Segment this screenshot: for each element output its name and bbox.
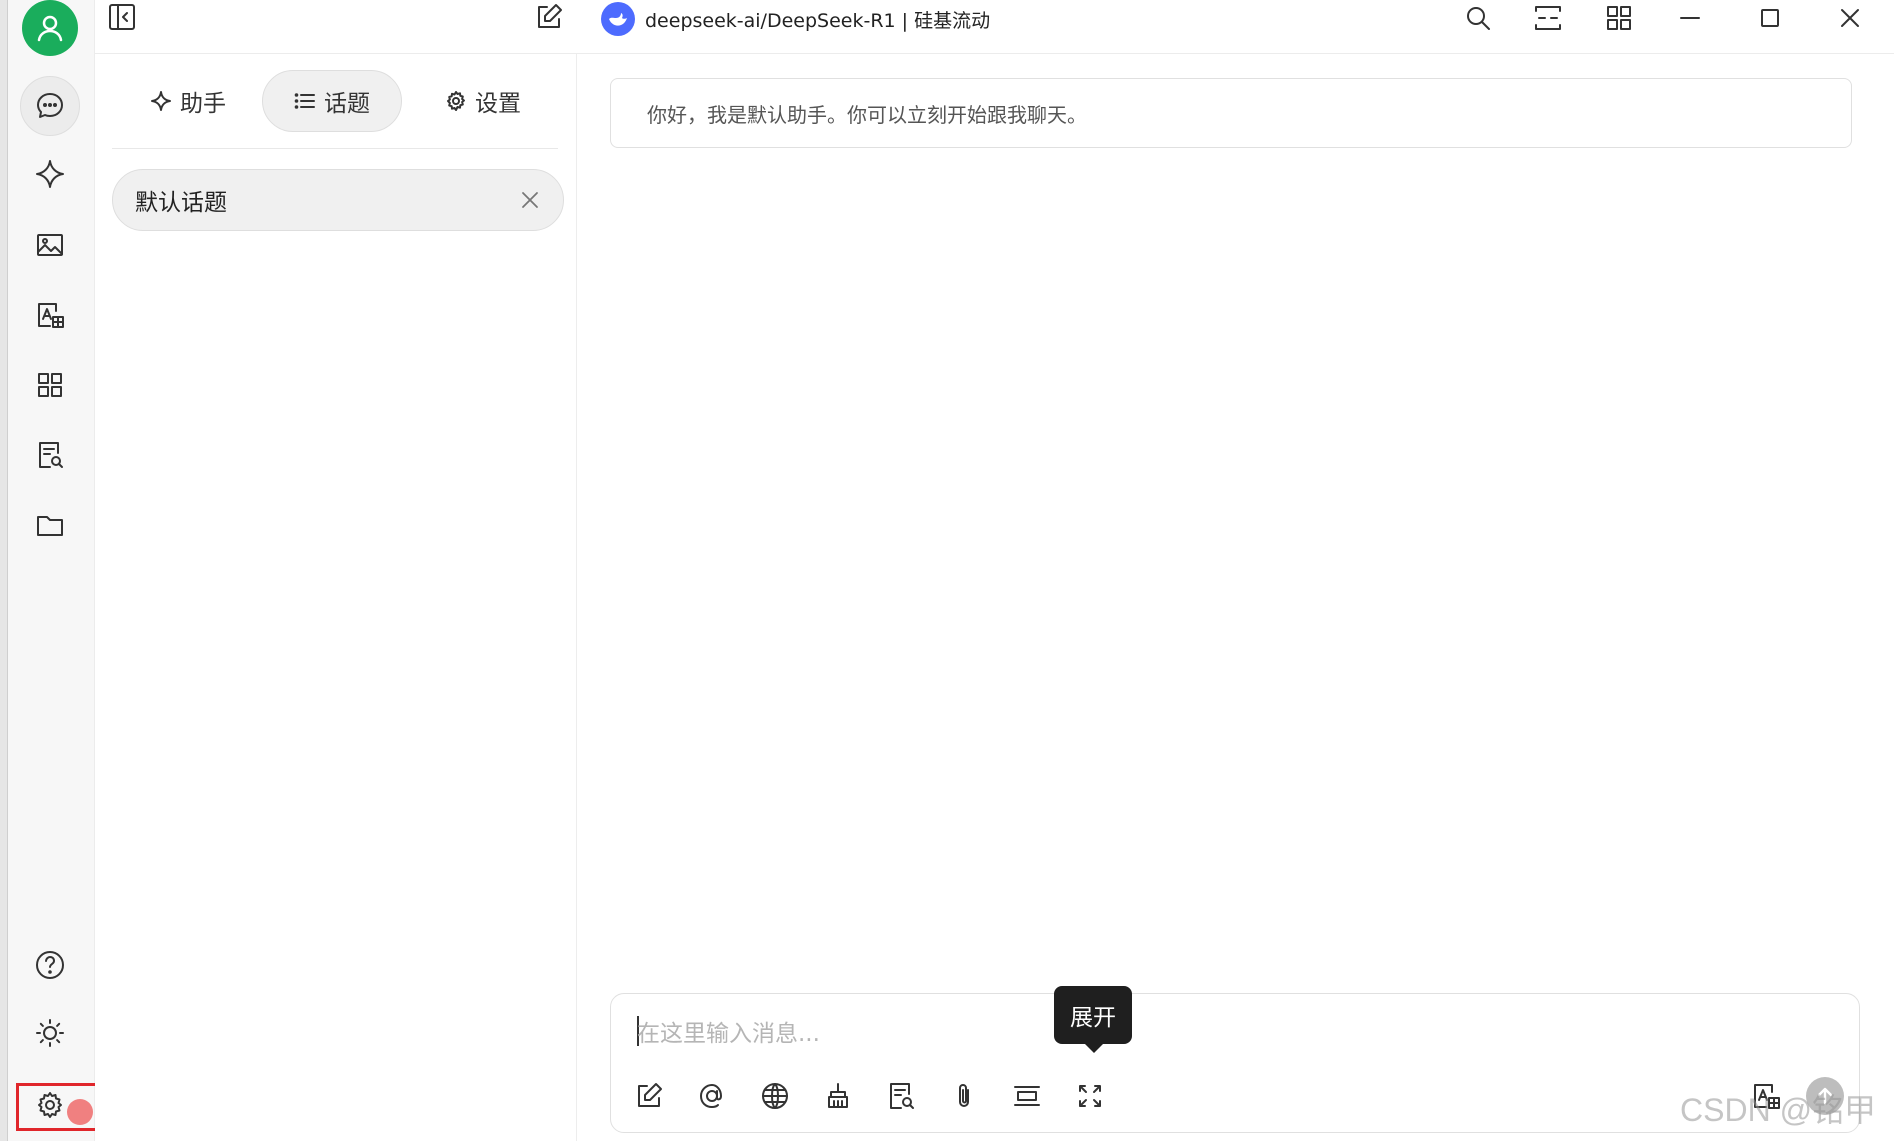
- search-icon: [1467, 7, 1490, 30]
- folder-icon: [37, 516, 63, 536]
- delete-topic-button[interactable]: [519, 189, 541, 211]
- expand-horizontal-icon: [1535, 6, 1561, 30]
- sidebar-collapse-icon: [109, 4, 135, 30]
- new-topic-tool-button[interactable]: [627, 1074, 671, 1118]
- files-nav-button[interactable]: [20, 495, 80, 555]
- new-topic-button[interactable]: [531, 0, 567, 34]
- knowledge-nav-button[interactable]: [20, 425, 80, 485]
- tabs-divider: [112, 148, 558, 149]
- apps-nav-button[interactable]: [20, 355, 80, 415]
- window-edge: [0, 0, 8, 1141]
- topic-panel: 助手 话题 设置 默认话题: [95, 54, 577, 1141]
- close-window-button[interactable]: [1820, 0, 1880, 36]
- paperclip-icon: [959, 1084, 969, 1107]
- gear-icon: [447, 91, 465, 111]
- tooltip-arrow: [1084, 1043, 1104, 1053]
- highlight-box: [16, 1083, 106, 1131]
- at-sign-icon: [700, 1084, 722, 1108]
- edit-icon: [538, 4, 562, 28]
- search-button[interactable]: [1448, 0, 1508, 36]
- document-search-icon: [39, 442, 63, 468]
- left-rail: [0, 0, 95, 1141]
- agents-nav-button[interactable]: [20, 144, 80, 204]
- minimize-icon: [1680, 17, 1700, 19]
- broom-icon: [828, 1083, 848, 1108]
- sun-icon: [36, 1019, 64, 1047]
- grid-icon: [1607, 6, 1631, 30]
- translate-nav-button[interactable]: [20, 285, 80, 345]
- grid-icon: [38, 373, 62, 397]
- expand-input-button[interactable]: [1068, 1074, 1112, 1118]
- tab-assistant[interactable]: 助手: [125, 70, 251, 132]
- close-icon: [1841, 9, 1859, 27]
- sparkle-icon: [151, 91, 171, 111]
- context-button[interactable]: [1005, 1074, 1049, 1118]
- mention-model-button[interactable]: [690, 1074, 734, 1118]
- help-nav-button[interactable]: [20, 935, 80, 995]
- help-icon: [36, 951, 64, 979]
- chat-nav-button[interactable]: [20, 76, 80, 136]
- tab-settings-label: 设置: [475, 91, 521, 117]
- user-avatar[interactable]: [22, 0, 78, 56]
- whale-icon: [609, 13, 627, 26]
- tab-settings[interactable]: 设置: [415, 70, 551, 132]
- image-icon: [37, 234, 63, 256]
- notification-dot: [67, 1099, 93, 1125]
- chat-bubble-icon: [37, 93, 63, 118]
- user-icon: [37, 15, 63, 42]
- translate-icon: [38, 303, 64, 328]
- close-icon: [522, 192, 538, 208]
- list-icon: [294, 93, 315, 109]
- expand-tooltip: 展开: [1054, 986, 1132, 1044]
- document-search-icon: [890, 1083, 914, 1109]
- maximize-icon: [1761, 9, 1779, 27]
- theme-toggle-button[interactable]: [20, 1003, 80, 1063]
- minimize-button[interactable]: [1660, 0, 1720, 36]
- knowledge-base-button[interactable]: [879, 1074, 923, 1118]
- maximize-button[interactable]: [1740, 0, 1800, 36]
- globe-icon: [762, 1083, 788, 1109]
- edit-icon: [638, 1083, 662, 1107]
- clear-context-button[interactable]: [816, 1074, 860, 1118]
- sparkle-icon: [36, 160, 64, 188]
- window-title[interactable]: deepseek-ai/DeepSeek-R1 | 硅基流动: [645, 6, 990, 33]
- web-search-button[interactable]: [753, 1074, 797, 1118]
- attach-file-button[interactable]: [942, 1074, 986, 1118]
- watermark: CSDN @铭甲: [1680, 1092, 1877, 1128]
- tab-assistant-label: 助手: [180, 91, 226, 117]
- image-nav-button[interactable]: [20, 215, 80, 275]
- tab-topics[interactable]: 话题: [262, 70, 402, 132]
- model-logo: [601, 2, 635, 36]
- narrow-mode-button[interactable]: [1518, 0, 1578, 36]
- topic-item-label: 默认话题: [135, 190, 227, 216]
- tab-topics-label: 话题: [324, 91, 370, 117]
- expand-icon: [1079, 1085, 1101, 1107]
- toggle-sidebar-button[interactable]: [104, 0, 140, 34]
- mini-apps-button[interactable]: [1589, 0, 1649, 36]
- align-center-icon: [1014, 1086, 1040, 1106]
- topic-item[interactable]: 默认话题: [112, 169, 564, 231]
- message-composer: [610, 993, 1860, 1133]
- assistant-greeting-message: 你好，我是默认助手。你可以立刻开始跟我聊天。: [610, 78, 1852, 148]
